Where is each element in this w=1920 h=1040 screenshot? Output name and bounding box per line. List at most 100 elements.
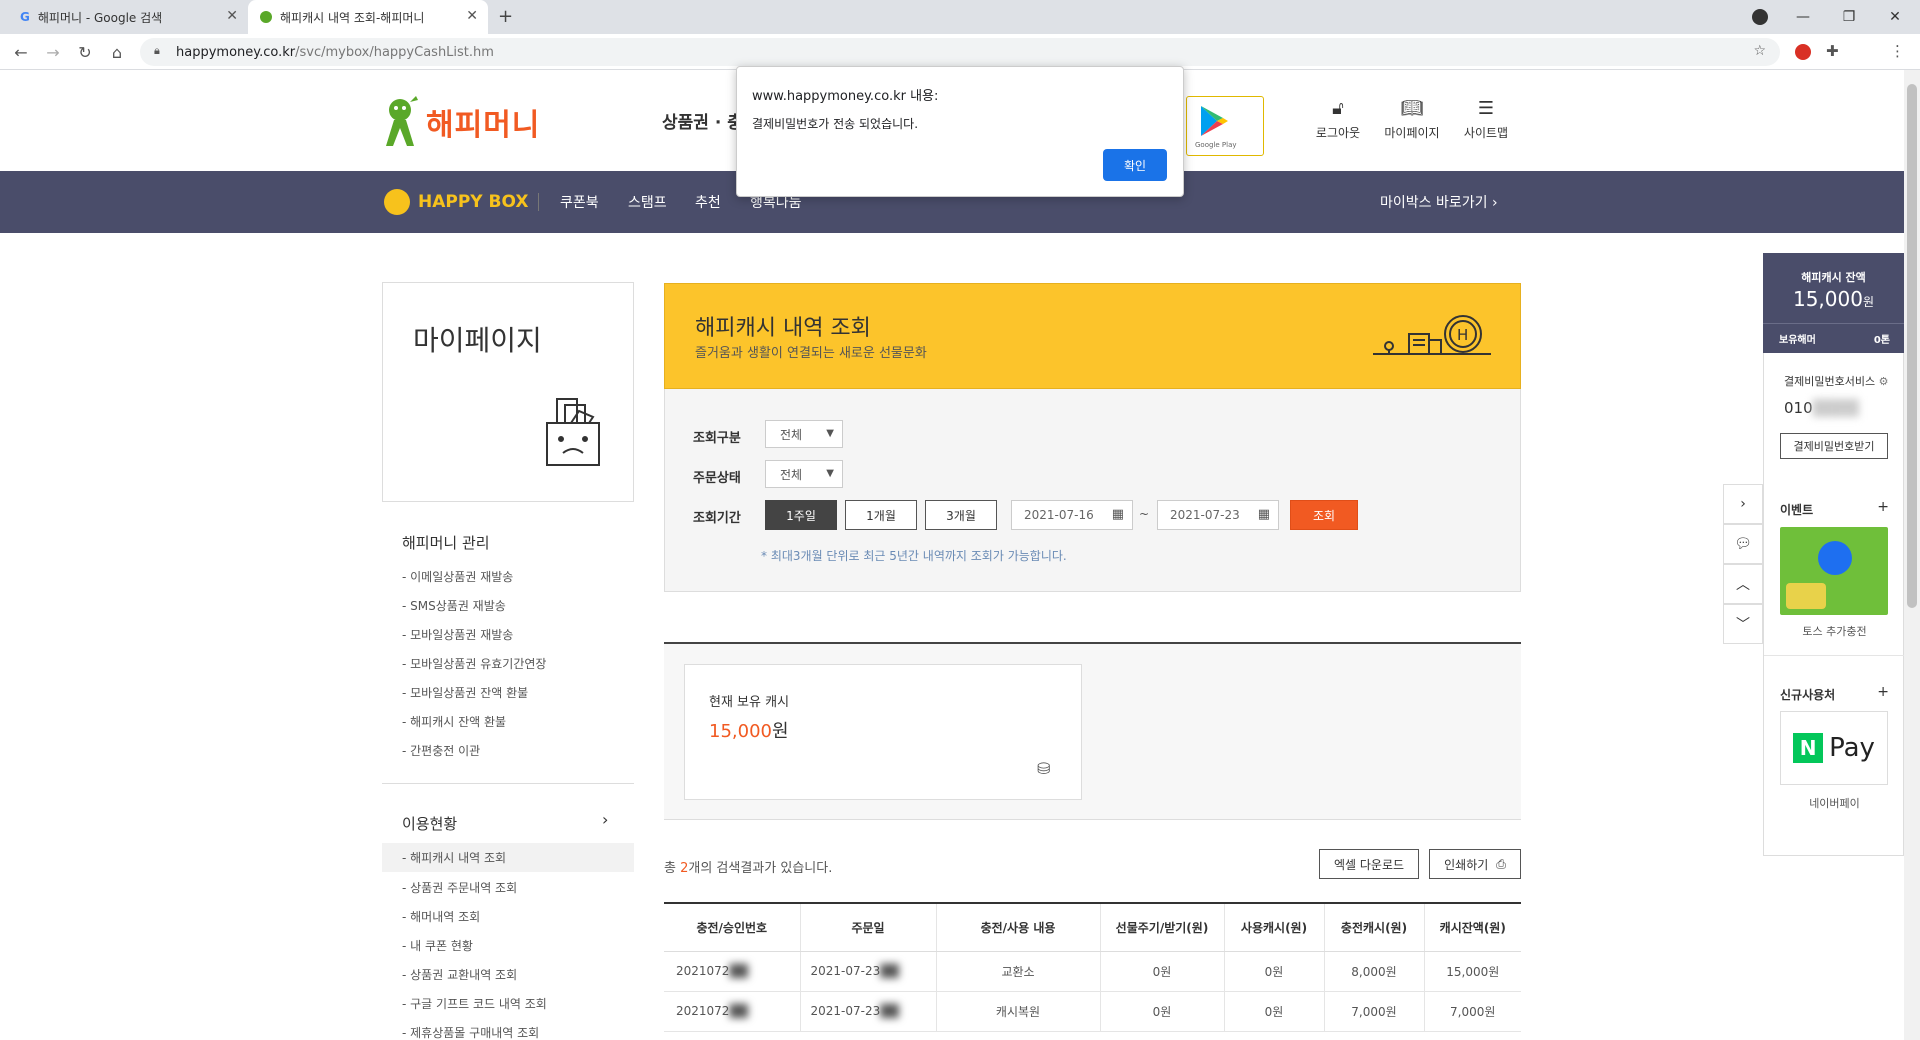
page-title: 해피캐시 내역 조회 bbox=[695, 316, 871, 341]
sidebar-item-transfer[interactable]: - 간편충전 이관 bbox=[402, 742, 480, 759]
approval-no-text: 2021072 bbox=[676, 964, 730, 978]
profile-icon[interactable] bbox=[1752, 9, 1768, 25]
status-select-value: 전체 bbox=[780, 467, 803, 482]
sidebar-item-coupons[interactable]: - 내 쿠폰 현황 bbox=[402, 937, 473, 954]
dialog-ok-button[interactable]: 확인 bbox=[1103, 149, 1167, 181]
date-from-input[interactable]: 2021-07-16 ▦ bbox=[1011, 500, 1133, 530]
sidebar-item-mobile-refund[interactable]: - 모바일상품권 잔액 환불 bbox=[402, 684, 528, 701]
cell-used: 0원 bbox=[1224, 991, 1325, 1032]
naverpay-banner[interactable]: N Pay bbox=[1780, 711, 1888, 785]
logout-link[interactable]: 🔓︎ 로그아웃 bbox=[1308, 98, 1368, 141]
sidebar-item-cash-history[interactable]: - 해피캐시 내역 조회 bbox=[382, 843, 634, 872]
nav-item-stamp[interactable]: 스탬프 bbox=[628, 192, 667, 212]
chevron-right-icon[interactable]: › bbox=[602, 810, 608, 829]
gear-icon[interactable]: ⚙ bbox=[1879, 375, 1889, 388]
balance-amount: 15,000 bbox=[709, 721, 772, 742]
extensions-puzzle-icon[interactable]: ✚ bbox=[1826, 42, 1839, 60]
event-banner-toss[interactable] bbox=[1780, 527, 1888, 615]
google-play-badge[interactable]: Google Play bbox=[1186, 96, 1264, 156]
mypage-title: 마이페이지 bbox=[413, 324, 542, 357]
sidebar-item-email-resend[interactable]: - 이메일상품권 재발송 bbox=[402, 568, 513, 585]
close-tab-icon[interactable]: ✕ bbox=[226, 8, 238, 24]
back-icon[interactable]: ← bbox=[6, 34, 36, 70]
lock-icon: 🔓︎ bbox=[1332, 98, 1344, 119]
sidebar-item-google-gift[interactable]: - 구글 기프트 코드 내역 조회 bbox=[402, 995, 547, 1012]
type-select-value: 전체 bbox=[780, 427, 803, 442]
nav-divider bbox=[538, 193, 539, 211]
calendar-icon[interactable]: ▦ bbox=[1258, 507, 1270, 522]
tab-google-search[interactable]: G 해피머니 - Google 검색 ✕ bbox=[8, 0, 248, 34]
sidebar-item-cash-refund[interactable]: - 해피캐시 잔액 환불 bbox=[402, 713, 506, 730]
query-button[interactable]: 조회 bbox=[1290, 500, 1358, 530]
restore-icon[interactable]: ❐ bbox=[1826, 0, 1872, 34]
get-payment-pw-button[interactable]: 결제비밀번호받기 bbox=[1780, 433, 1888, 459]
event-caption: 토스 추가충전 bbox=[1802, 625, 1867, 638]
extension-abp-icon[interactable] bbox=[1795, 44, 1811, 60]
sidebar-item-exchange-history[interactable]: - 상품권 교환내역 조회 bbox=[402, 966, 517, 983]
close-window-icon[interactable]: ✕ bbox=[1872, 0, 1918, 34]
mypage-label: 마이페이지 bbox=[1384, 126, 1440, 140]
sidebar-item-order-history[interactable]: - 상품권 주문내역 조회 bbox=[402, 879, 517, 896]
period-3month-button[interactable]: 3개월 bbox=[925, 500, 997, 530]
bookmark-star-icon[interactable]: ☆ bbox=[1753, 43, 1766, 59]
new-partner-more-icon[interactable]: + bbox=[1877, 684, 1889, 700]
calendar-icon[interactable]: ▦ bbox=[1112, 507, 1124, 522]
new-tab-icon[interactable]: + bbox=[498, 6, 513, 27]
date-to-input[interactable]: 2021-07-23 ▦ bbox=[1157, 500, 1279, 530]
sidebar-item-mobile-resend[interactable]: - 모바일상품권 재발송 bbox=[402, 626, 513, 643]
book-icon: 📖︎ bbox=[1400, 98, 1424, 119]
sidebar-item-partner-purchase[interactable]: - 제휴상품몰 구매내역 조회 bbox=[402, 1024, 539, 1040]
menu-icon: ☰ bbox=[1477, 98, 1495, 119]
mypage-box: 마이페이지 bbox=[382, 282, 634, 502]
sitemap-link[interactable]: ☰ 사이트맵 bbox=[1456, 98, 1516, 141]
alert-dialog: www.happymoney.co.kr 내용: 결제비밀번호가 전송 되었습니… bbox=[736, 66, 1184, 197]
side-quick-panel: 결제비밀번호서비스 ⚙ 010████ 결제비밀번호받기 이벤트 + 토스 추가… bbox=[1763, 353, 1905, 856]
panel-divider bbox=[1763, 323, 1904, 324]
tab-title: 해피머니 - Google 검색 bbox=[37, 10, 163, 25]
naverpay-text: Pay bbox=[1829, 733, 1875, 763]
header-slogan: 상품권 · 충 bbox=[662, 113, 743, 133]
cell-order-date: 2021-07-23██ bbox=[800, 951, 937, 992]
cell-gift: 0원 bbox=[1100, 991, 1225, 1032]
scrollbar-thumb[interactable] bbox=[1907, 84, 1917, 608]
sidebar-item-hammer-history[interactable]: - 해머내역 조회 bbox=[402, 908, 480, 925]
tab-happycash[interactable]: 해피캐시 내역 조회-해피머니 ✕ bbox=[248, 0, 488, 34]
scroll-down-icon[interactable]: ﹀ bbox=[1723, 604, 1763, 644]
event-more-icon[interactable]: + bbox=[1877, 499, 1889, 515]
logo-text: 해피머니 bbox=[426, 108, 541, 143]
chat-icon[interactable]: 💬︎ bbox=[1723, 524, 1763, 564]
happymoney-logo[interactable]: 해피머니 bbox=[382, 96, 540, 148]
type-select[interactable]: 전체 ▼ bbox=[765, 420, 843, 448]
nav-item-recommend[interactable]: 추천 bbox=[695, 192, 721, 212]
mybox-shortcut-link[interactable]: 마이박스 바로가기 › bbox=[1380, 192, 1498, 212]
sidebar-item-mobile-extend[interactable]: - 모바일상품권 유효기간연장 bbox=[402, 655, 546, 672]
naver-n-icon: N bbox=[1793, 733, 1824, 763]
kebab-menu-icon[interactable]: ⋮ bbox=[1890, 42, 1905, 60]
balance-unit: 원 bbox=[771, 721, 789, 742]
url-input[interactable]: 🔒︎ happymoney.co.kr /svc/mybox/happyCash… bbox=[140, 38, 1780, 66]
result-count: 총 2개의 검색결과가 있습니다. bbox=[664, 857, 832, 876]
sidebar-section-usage-title[interactable]: 이용현황 bbox=[402, 813, 457, 834]
home-icon[interactable]: ⌂ bbox=[102, 34, 132, 70]
excel-download-button[interactable]: 엑셀 다운로드 bbox=[1319, 849, 1419, 879]
nav-item-couponbook[interactable]: 쿠폰북 bbox=[560, 192, 599, 212]
forward-icon[interactable]: → bbox=[38, 34, 68, 70]
print-button[interactable]: 인쇄하기 ⎙ bbox=[1429, 849, 1521, 879]
cell-charged: 8,000원 bbox=[1324, 951, 1425, 992]
svg-text:H: H bbox=[1457, 326, 1468, 344]
redacted-text: ████ bbox=[1812, 399, 1859, 417]
page-subtitle: 즐거움과 생활이 연결되는 새로운 선물문화 bbox=[695, 346, 927, 361]
status-select[interactable]: 전체 ▼ bbox=[765, 460, 843, 488]
col-used: 사용캐시(원) bbox=[1224, 903, 1325, 952]
sidebar-item-sms-resend[interactable]: - SMS상품권 재발송 bbox=[402, 597, 506, 614]
close-tab-icon[interactable]: ✕ bbox=[466, 8, 478, 24]
scroll-up-icon[interactable]: ︿ bbox=[1723, 564, 1763, 604]
period-1month-button[interactable]: 1개월 bbox=[845, 500, 917, 530]
minimize-icon[interactable]: — bbox=[1780, 0, 1826, 34]
happy-box-logo[interactable]: HAPPY BOX bbox=[384, 189, 528, 215]
url-path: /svc/mybox/happyCashList.hm bbox=[295, 44, 494, 60]
panel-collapse-icon[interactable]: › bbox=[1723, 484, 1763, 524]
period-1week-button[interactable]: 1주일 bbox=[765, 500, 837, 530]
reload-icon[interactable]: ↻ bbox=[70, 34, 100, 70]
mypage-link[interactable]: 📖︎ 마이페이지 bbox=[1382, 98, 1442, 141]
